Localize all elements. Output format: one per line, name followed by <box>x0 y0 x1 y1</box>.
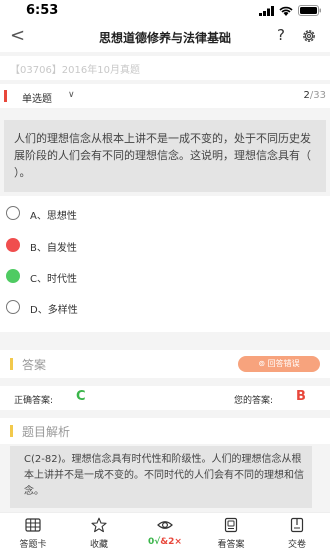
question-counter: 2/33 <box>304 90 326 101</box>
tab-score[interactable]: 0√&2× <box>132 513 198 557</box>
accent-mark <box>4 90 7 102</box>
wifi-icon <box>279 6 293 16</box>
gear-icon[interactable] <box>301 28 317 44</box>
tab-submit[interactable]: 交卷 <box>264 513 330 557</box>
answer-section-title: 答案 <box>22 358 47 372</box>
analysis-card: C(2-82)。理想信念具有时代性和阶级性。人们的理想信念从根本上讲并不是一成不… <box>10 446 312 508</box>
help-icon[interactable]: ? <box>277 26 285 44</box>
correct-answer-dot-icon <box>6 269 20 283</box>
exam-title-bar: 【03706】2016年10月真题 <box>0 56 330 80</box>
exam-title: 【03706】2016年10月真题 <box>10 65 140 76</box>
your-answer-label: 您的答案: <box>234 396 274 406</box>
tab-label: 交卷 <box>287 540 306 550</box>
answer-row: 正确答案: C 您的答案: B <box>0 386 330 410</box>
radio-icon <box>6 206 20 220</box>
star-icon <box>91 517 107 533</box>
option-a[interactable]: A、思想性 <box>0 200 330 226</box>
tab-label: 看答案 <box>217 540 245 550</box>
question-text: 人们的理想信念从根本上讲不是一成不变的，处于不同历史发展阶段的人们会有不同的理想… <box>14 132 311 179</box>
grid-card-icon <box>25 518 41 532</box>
section-accent-mark <box>10 358 13 370</box>
status-time: 6:53 <box>26 3 59 18</box>
report-error-button[interactable]: ⊚ 回答错误 <box>238 356 320 372</box>
correct-count: 0√ <box>148 537 161 547</box>
question-total: /33 <box>309 90 326 101</box>
option-c[interactable]: C、时代性 <box>0 263 330 289</box>
option-label: B、自发性 <box>30 243 77 254</box>
section-accent-mark <box>10 425 13 437</box>
wrong-answer-dot-icon <box>6 238 20 252</box>
analysis-section-title: 题目解析 <box>22 425 71 439</box>
question-card: 人们的理想信念从根本上讲不是一成不变的，处于不同历史发展阶段的人们会有不同的理想… <box>4 120 326 192</box>
tab-view-answer[interactable]: 看答案 <box>198 513 264 557</box>
wrong-count: &2× <box>160 537 182 547</box>
chevron-down-icon[interactable]: ∨ <box>68 90 75 100</box>
tab-label: 0√&2× <box>132 537 198 547</box>
tab-label: 收藏 <box>89 540 108 550</box>
nav-bar: < 思想道德修养与法律基础 ? <box>0 22 330 52</box>
correct-answer-label: 正确答案: <box>14 396 54 406</box>
option-label: D、多样性 <box>30 305 78 316</box>
radio-icon <box>6 300 20 314</box>
option-d[interactable]: D、多样性 <box>0 294 330 320</box>
eye-icon <box>157 521 173 529</box>
answer-book-icon <box>224 517 238 533</box>
question-type-dropdown[interactable]: 单选题 <box>22 90 52 105</box>
analysis-section-header: 题目解析 <box>0 418 330 444</box>
submit-paper-icon <box>290 517 304 533</box>
option-b[interactable]: B、自发性 <box>0 232 330 258</box>
correct-answer-value: C <box>76 389 86 404</box>
question-type-bar: 单选题 ∨ 2/33 <box>0 84 330 108</box>
signal-icon <box>259 5 274 16</box>
tab-favorite[interactable]: 收藏 <box>66 513 132 557</box>
tab-label: 答题卡 <box>19 540 47 550</box>
your-answer-value: B <box>296 389 306 404</box>
status-bar: 6:53 <box>0 0 330 22</box>
status-icons <box>259 5 322 16</box>
bottom-tab-bar: 答题卡 收藏 0√&2× 看答案 交卷 <box>0 512 330 557</box>
option-label: A、思想性 <box>30 211 77 222</box>
tab-answer-card[interactable]: 答题卡 <box>0 513 66 557</box>
option-label: C、时代性 <box>30 274 77 285</box>
analysis-text: C(2-82)。理想信念具有时代性和阶级性。人们的理想信念从根本上讲并不是一成不… <box>24 454 304 497</box>
battery-icon <box>298 5 321 16</box>
options-list: A、思想性 B、自发性 C、时代性 D、多样性 <box>0 196 330 332</box>
